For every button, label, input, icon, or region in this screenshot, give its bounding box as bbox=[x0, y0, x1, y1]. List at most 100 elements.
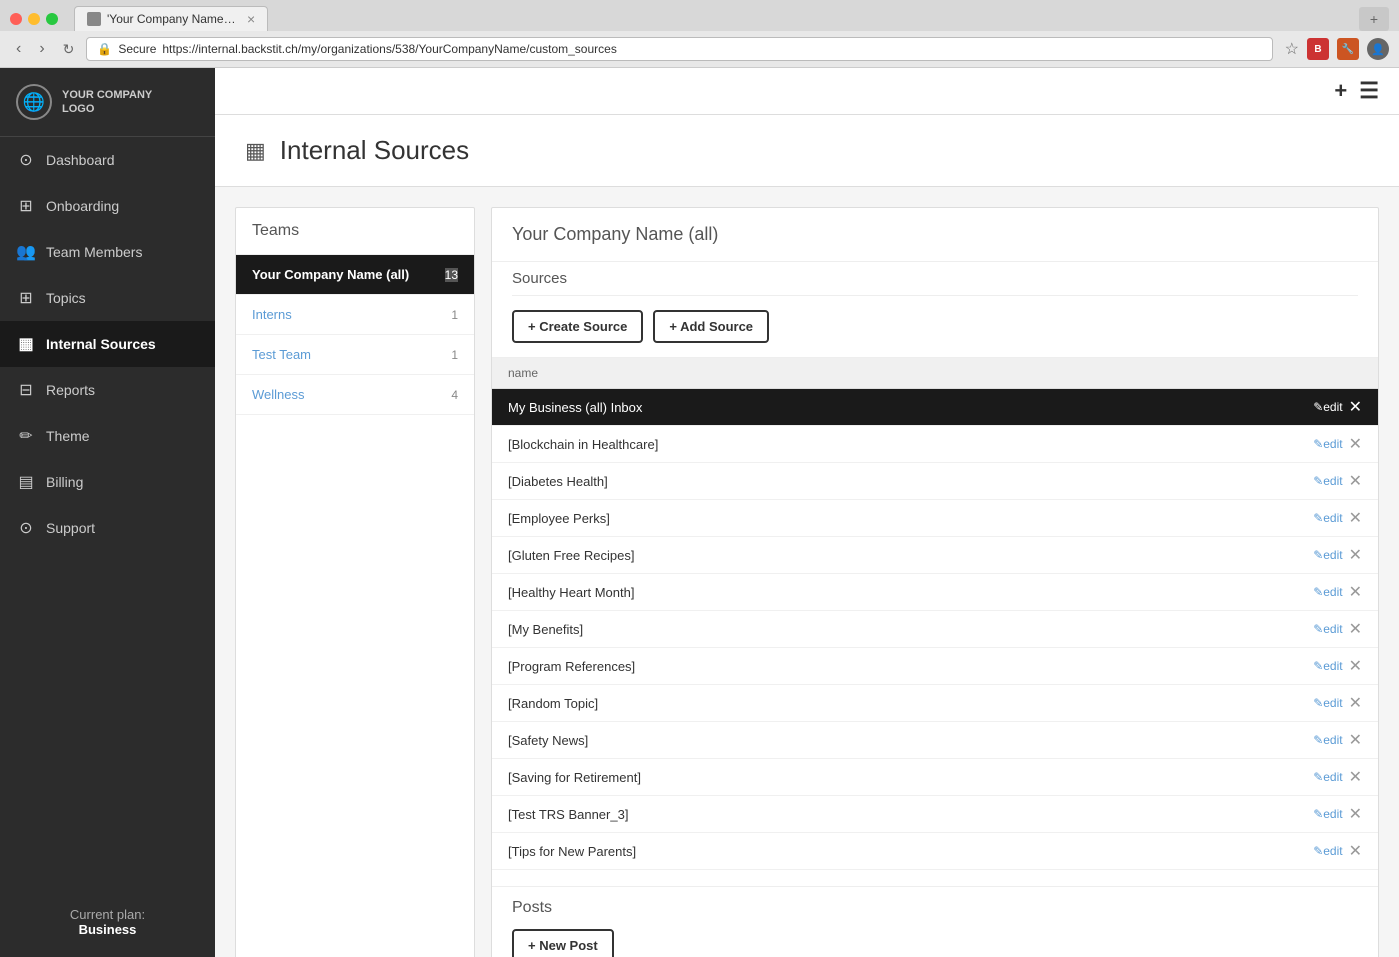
add-source-btn[interactable]: + Add Source bbox=[653, 310, 769, 343]
forward-btn[interactable]: › bbox=[33, 38, 50, 60]
edit-source-btn[interactable]: ✎edit bbox=[1313, 733, 1342, 747]
sidebar-label-dashboard: Dashboard bbox=[46, 152, 115, 168]
team-count: 1 bbox=[451, 348, 458, 362]
sidebar-logo: 🌐 YOUR COMPANY LOGO bbox=[0, 68, 215, 137]
source-row-actions: ✎edit ✕ bbox=[1297, 611, 1378, 648]
source-row-actions: ✎edit ✕ bbox=[1297, 574, 1378, 611]
delete-source-btn[interactable]: ✕ bbox=[1349, 730, 1362, 750]
sidebar-footer: Current plan: Business bbox=[0, 887, 215, 957]
topbar: + ☰ bbox=[215, 68, 1399, 115]
sidebar: 🌐 YOUR COMPANY LOGO ⊙Dashboard⊞Onboardin… bbox=[0, 68, 215, 957]
tab-close-icon[interactable]: × bbox=[247, 11, 255, 27]
delete-source-btn[interactable]: ✕ bbox=[1349, 508, 1362, 528]
source-name: [Random Topic] bbox=[492, 685, 1297, 722]
sidebar-item-team-members[interactable]: 👥Team Members bbox=[0, 229, 215, 275]
edit-source-btn[interactable]: ✎edit bbox=[1313, 622, 1342, 636]
team-item[interactable]: Your Company Name (all)13 bbox=[236, 255, 474, 295]
topics-icon: ⊞ bbox=[16, 288, 36, 308]
source-row-actions: ✎edit ✕ bbox=[1297, 389, 1378, 426]
sidebar-item-topics[interactable]: ⊞Topics bbox=[0, 275, 215, 321]
edit-source-btn[interactable]: ✎edit bbox=[1313, 696, 1342, 710]
table-row[interactable]: [Gluten Free Recipes] ✎edit ✕ bbox=[492, 537, 1378, 574]
sidebar-item-internal-sources[interactable]: ▦Internal Sources bbox=[0, 321, 215, 367]
edit-source-btn[interactable]: ✎edit bbox=[1313, 437, 1342, 451]
sidebar-label-theme: Theme bbox=[46, 428, 90, 444]
edit-source-btn[interactable]: ✎edit bbox=[1313, 807, 1342, 821]
team-item[interactable]: Test Team1 bbox=[236, 335, 474, 375]
bookmark-btn[interactable]: ☆ bbox=[1285, 38, 1299, 60]
delete-source-btn[interactable]: ✕ bbox=[1349, 397, 1362, 417]
sources-actions: + Create Source + Add Source bbox=[492, 296, 1378, 358]
edit-source-btn[interactable]: ✎edit bbox=[1313, 474, 1342, 488]
browser-min-btn[interactable] bbox=[28, 13, 40, 25]
add-btn[interactable]: + bbox=[1334, 78, 1347, 104]
posts-actions: + New Post bbox=[492, 929, 1378, 957]
table-row[interactable]: [Tips for New Parents] ✎edit ✕ bbox=[492, 833, 1378, 870]
delete-source-btn[interactable]: ✕ bbox=[1349, 619, 1362, 639]
edit-source-btn[interactable]: ✎edit bbox=[1313, 548, 1342, 562]
table-row[interactable]: [Healthy Heart Month] ✎edit ✕ bbox=[492, 574, 1378, 611]
browser-tab[interactable]: 'Your Company Name' - backs... × bbox=[74, 6, 268, 31]
menu-btn[interactable]: ☰ bbox=[1359, 78, 1379, 104]
sources-panel: Your Company Name (all) Sources + Create… bbox=[491, 207, 1379, 957]
table-row[interactable]: [My Benefits] ✎edit ✕ bbox=[492, 611, 1378, 648]
table-row[interactable]: [Program References] ✎edit ✕ bbox=[492, 648, 1378, 685]
source-name: [My Benefits] bbox=[492, 611, 1297, 648]
refresh-btn[interactable]: ↻ bbox=[57, 39, 81, 60]
table-row[interactable]: [Employee Perks] ✎edit ✕ bbox=[492, 500, 1378, 537]
sidebar-item-theme[interactable]: ✏Theme bbox=[0, 413, 215, 459]
delete-source-btn[interactable]: ✕ bbox=[1349, 656, 1362, 676]
edit-source-btn[interactable]: ✎edit bbox=[1313, 844, 1342, 858]
table-row[interactable]: [Safety News] ✎edit ✕ bbox=[492, 722, 1378, 759]
back-btn[interactable]: ‹ bbox=[10, 38, 27, 60]
edit-source-btn[interactable]: ✎edit bbox=[1313, 400, 1342, 414]
sources-label: Sources bbox=[512, 270, 1358, 296]
sidebar-item-onboarding[interactable]: ⊞Onboarding bbox=[0, 183, 215, 229]
delete-source-btn[interactable]: ✕ bbox=[1349, 693, 1362, 713]
delete-source-btn[interactable]: ✕ bbox=[1349, 434, 1362, 454]
source-name: [Tips for New Parents] bbox=[492, 833, 1297, 870]
edit-source-btn[interactable]: ✎edit bbox=[1313, 511, 1342, 525]
sidebar-item-support[interactable]: ⊙Support bbox=[0, 505, 215, 551]
teams-panel: Teams Your Company Name (all)13Interns1T… bbox=[235, 207, 475, 957]
posts-section: Posts + New Post datetypetitle 1 bbox=[492, 886, 1378, 957]
delete-source-btn[interactable]: ✕ bbox=[1349, 471, 1362, 491]
delete-source-btn[interactable]: ✕ bbox=[1349, 545, 1362, 565]
source-row-actions: ✎edit ✕ bbox=[1297, 759, 1378, 796]
sidebar-item-billing[interactable]: ▤Billing bbox=[0, 459, 215, 505]
edit-source-btn[interactable]: ✎edit bbox=[1313, 770, 1342, 784]
source-name: [Safety News] bbox=[492, 722, 1297, 759]
table-row[interactable]: My Business (all) Inbox ✎edit ✕ bbox=[492, 389, 1378, 426]
table-row[interactable]: [Blockchain in Healthcare] ✎edit ✕ bbox=[492, 426, 1378, 463]
new-post-btn[interactable]: + New Post bbox=[512, 929, 614, 957]
delete-source-btn[interactable]: ✕ bbox=[1349, 841, 1362, 861]
browser-close-btn[interactable] bbox=[10, 13, 22, 25]
delete-source-btn[interactable]: ✕ bbox=[1349, 582, 1362, 602]
tab-title: 'Your Company Name' - backs... bbox=[107, 12, 237, 26]
sidebar-item-dashboard[interactable]: ⊙Dashboard bbox=[0, 137, 215, 183]
logo-globe-icon: 🌐 bbox=[16, 84, 52, 120]
team-item[interactable]: Interns1 bbox=[236, 295, 474, 335]
delete-source-btn[interactable]: ✕ bbox=[1349, 767, 1362, 787]
lock-icon: 🔒 bbox=[97, 42, 112, 56]
sidebar-label-onboarding: Onboarding bbox=[46, 198, 119, 214]
sidebar-item-reports[interactable]: ⊟Reports bbox=[0, 367, 215, 413]
table-row[interactable]: [Random Topic] ✎edit ✕ bbox=[492, 685, 1378, 722]
sidebar-label-team-members: Team Members bbox=[46, 244, 142, 260]
table-row[interactable]: [Diabetes Health] ✎edit ✕ bbox=[492, 463, 1378, 500]
edit-source-btn[interactable]: ✎edit bbox=[1313, 659, 1342, 673]
source-name: [Diabetes Health] bbox=[492, 463, 1297, 500]
url-bar[interactable]: 🔒 Secure https://internal.backstit.ch/my… bbox=[86, 37, 1272, 61]
browser-max-btn[interactable] bbox=[46, 13, 58, 25]
team-item[interactable]: Wellness4 bbox=[236, 375, 474, 415]
edit-source-btn[interactable]: ✎edit bbox=[1313, 585, 1342, 599]
extension-icon: B bbox=[1307, 38, 1329, 60]
table-row[interactable]: [Test TRS Banner_3] ✎edit ✕ bbox=[492, 796, 1378, 833]
new-tab-btn[interactable]: + bbox=[1370, 11, 1378, 27]
table-row[interactable]: [Saving for Retirement] ✎edit ✕ bbox=[492, 759, 1378, 796]
main-content: ▦ Internal Sources Teams Your Company Na… bbox=[215, 115, 1399, 957]
browser-chrome: 'Your Company Name' - backs... × + ‹ › ↻… bbox=[0, 0, 1399, 68]
create-source-btn[interactable]: + Create Source bbox=[512, 310, 643, 343]
delete-source-btn[interactable]: ✕ bbox=[1349, 804, 1362, 824]
billing-icon: ▤ bbox=[16, 472, 36, 492]
